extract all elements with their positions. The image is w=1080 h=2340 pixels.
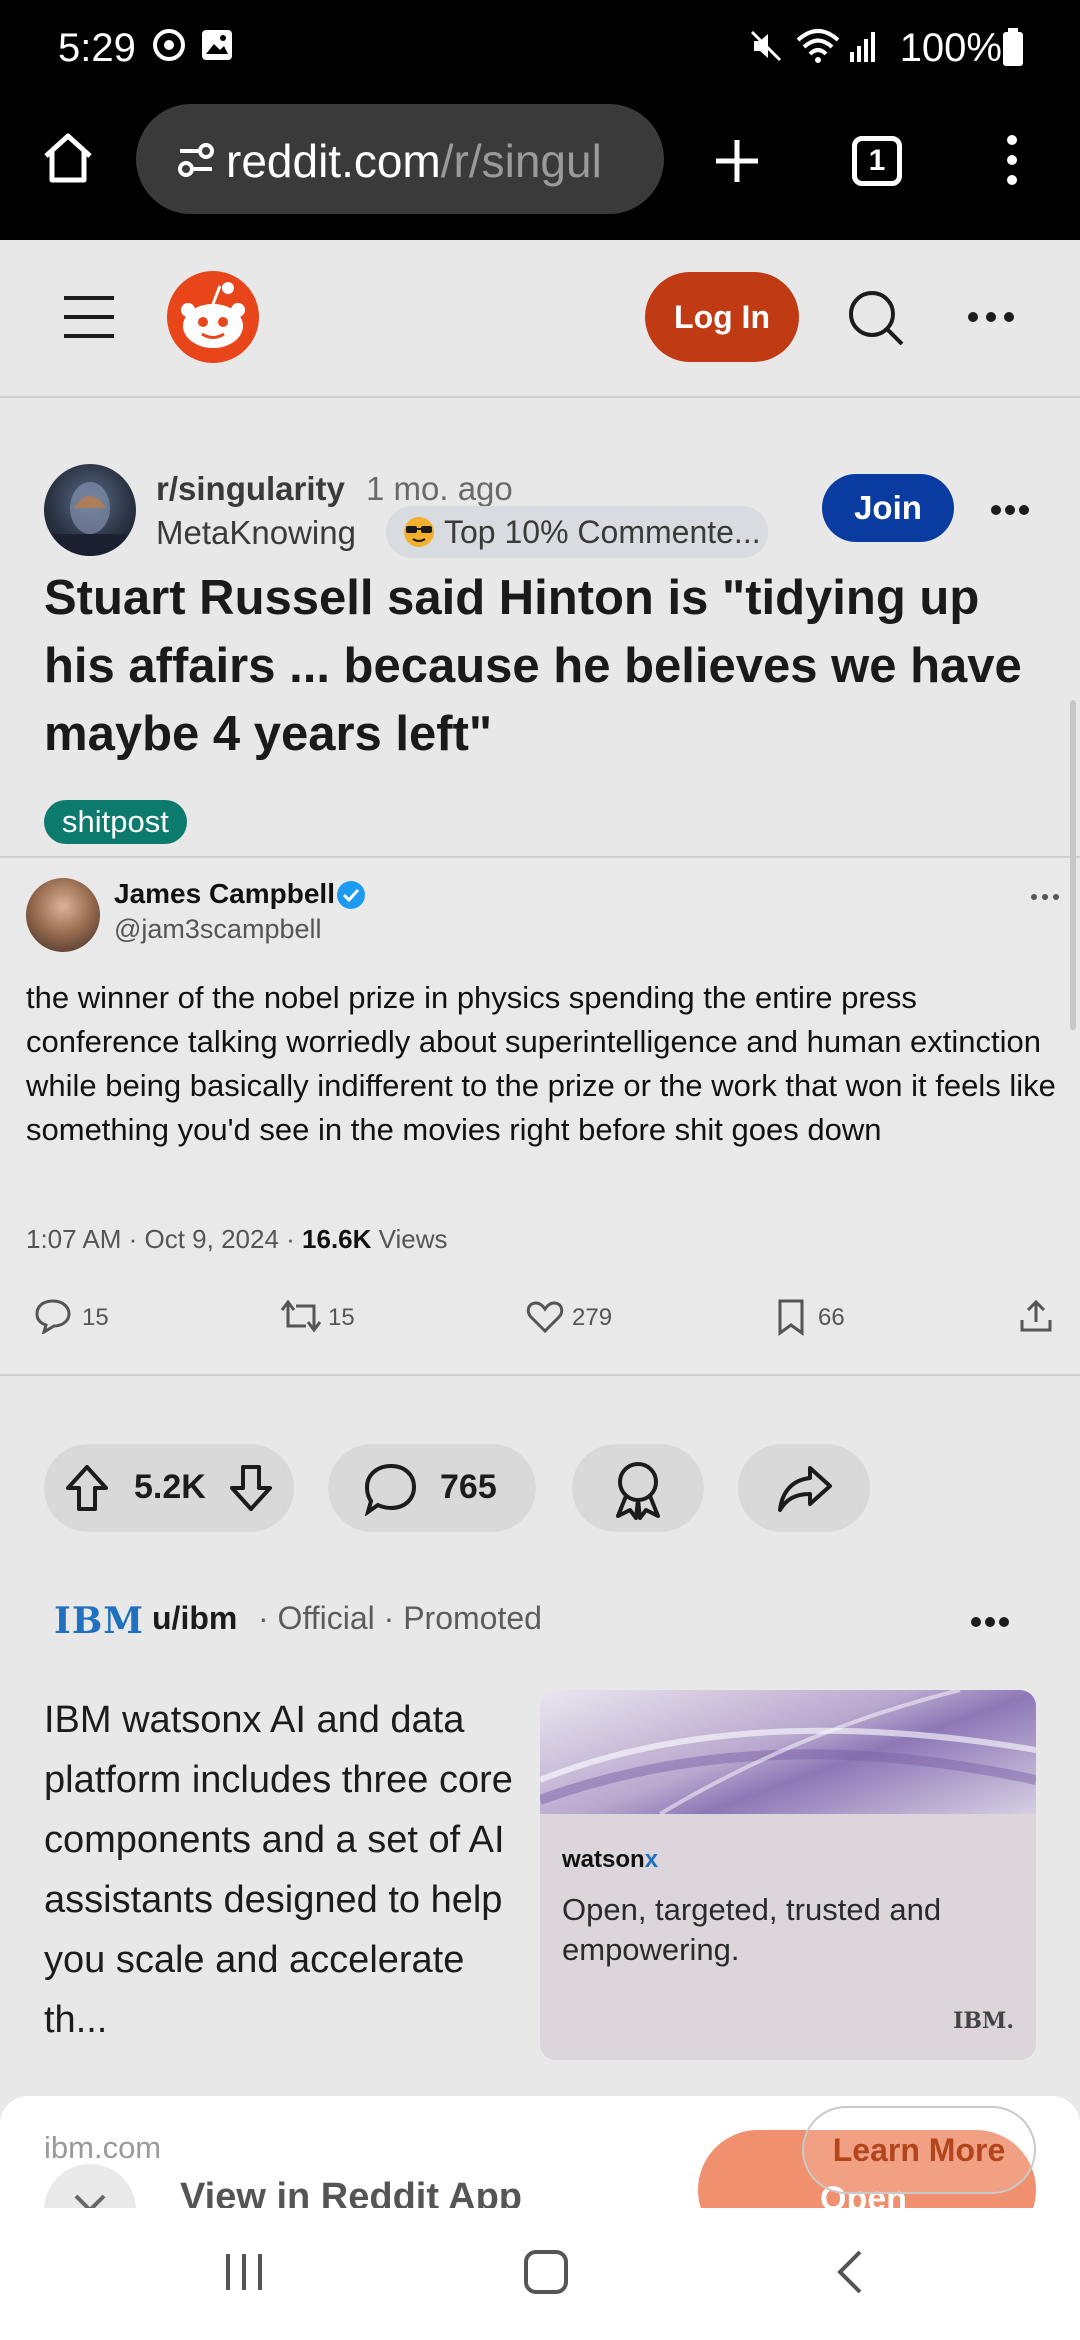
tweet-text: the winner of the nobel prize in physics… [26,980,1056,1147]
ad-creative-card[interactable]: watsonx Open, targeted, trusted and empo… [540,1690,1036,2060]
tweet-more-icon [1031,894,1059,900]
join-button[interactable]: Join [822,474,954,542]
tweet-bookmark-count: 66 [818,1304,845,1331]
tweet-author-name: James Campbell [114,878,335,909]
post-author[interactable]: MetaKnowing [156,514,356,552]
post-header: r/singularity 1 mo. ago MetaKnowing Top … [0,440,1080,560]
post-flair-tag[interactable]: shitpost [44,800,187,844]
bookmark-icon [778,1299,804,1336]
subreddit-name[interactable]: r/singularity [156,470,345,508]
upvote-icon[interactable] [64,1464,110,1512]
more-options-icon[interactable] [966,310,1016,324]
advertiser-name[interactable]: u/ibm [152,1600,237,1637]
battery-percent: 100% [899,26,1002,70]
like-icon [526,1301,564,1334]
browser-toolbar: reddit.com/r/singul 1 [0,100,1080,240]
view-in-app-label: View in Reddit App [180,2176,523,2208]
sunglasses-emoji-icon [404,517,434,547]
subreddit-avatar-art-icon [54,482,126,556]
watsonx-brand: watsonx [562,1846,659,1873]
reddit-app-banner: ibm.com View in Reddit App Open Learn Mo… [0,2096,1080,2208]
mute-icon [750,30,782,62]
post-title[interactable]: Stuart Russell said Hinton is "tidying u… [44,564,1044,768]
post-more-options-icon[interactable] [990,504,1030,516]
url-text: reddit.com/r/singul [226,135,602,187]
browser-menu-icon[interactable] [1000,132,1024,188]
tweet-meta: 1:07 AM · Oct 9, 2024 · 16.6K Views [26,1224,448,1254]
vote-control: 5.2K [44,1444,294,1532]
tweet-actions: 15 15 279 66 [0,1298,1080,1358]
battery-icon [1003,28,1023,66]
tweet-like-count: 279 [572,1304,613,1331]
promoted-label: · Official · Promoted [258,1600,542,1636]
ad-card-ibm-logo: IBM. [953,2008,1014,2034]
ad-creative-image [540,1690,1036,1816]
home-icon[interactable] [42,132,94,184]
verified-badge-icon [337,881,365,909]
tweet-author-handle: @jam3scampbell [114,914,322,944]
gallery-notification-icon [202,30,232,60]
share-button[interactable] [738,1444,870,1532]
promoted-post-header: IBM u/ibm · Official · Promoted [0,1590,1080,1650]
ad-card-tagline: Open, targeted, trusted and empowering. [562,1892,942,1967]
hamburger-menu-icon[interactable] [62,294,116,340]
user-flair-text: Top 10% Commente... [444,514,761,550]
ad-body-text[interactable]: IBM watsonx AI and data platform include… [44,1690,524,2050]
comment-icon [364,1463,417,1516]
new-tab-icon[interactable] [712,136,762,186]
status-bar: 5:29 100% [0,0,1080,100]
share-tweet-icon [1020,1299,1052,1332]
address-bar[interactable]: reddit.com/r/singul [136,104,664,214]
search-icon[interactable] [846,288,906,348]
close-icon [74,2194,106,2208]
user-flair-badge: Top 10% Commente... [386,506,768,558]
status-time: 5:29 [58,26,136,70]
award-button[interactable] [572,1444,704,1532]
ad-more-options-icon[interactable] [970,1616,1010,1628]
vote-count: 5.2K [134,1468,206,1506]
ibm-logo[interactable]: IBM [54,1600,144,1642]
embedded-tweet[interactable]: James Campbell @jam3scampbell the winner… [0,856,1080,1376]
comment-count: 765 [440,1468,497,1506]
comments-button[interactable]: 765 [328,1444,536,1532]
page-scrollbar[interactable] [1070,700,1076,1030]
close-banner-button[interactable] [44,2164,136,2208]
reply-icon [35,1299,71,1334]
abstract-swirl-icon [540,1690,1036,1816]
home-nav-icon[interactable] [522,2248,570,2296]
back-nav-icon[interactable] [834,2248,864,2296]
site-settings-icon[interactable] [176,140,216,180]
wifi-icon [796,29,840,63]
reddit-logo-icon[interactable] [166,270,260,364]
learn-more-button[interactable]: Learn More [802,2106,1036,2194]
tab-switcher-button[interactable]: 1 [852,136,902,186]
post-age: 1 mo. ago [366,470,513,507]
recent-apps-icon[interactable] [222,2250,266,2294]
share-icon [778,1466,832,1512]
retweet-icon [280,1299,322,1333]
downvote-icon[interactable] [228,1464,274,1512]
system-navigation-bar [0,2208,1080,2340]
sync-status-icon [153,29,185,61]
signal-icon [850,32,875,62]
tweet-retweet-count: 15 [328,1304,355,1331]
tweet-reply-count: 15 [82,1304,109,1331]
reddit-header: Log In [0,240,1080,398]
tweet-author-avatar [26,878,100,952]
award-icon [616,1462,660,1520]
ad-domain[interactable]: ibm.com [44,2130,161,2166]
subreddit-avatar[interactable] [44,464,136,556]
login-button[interactable]: Log In [645,272,799,362]
